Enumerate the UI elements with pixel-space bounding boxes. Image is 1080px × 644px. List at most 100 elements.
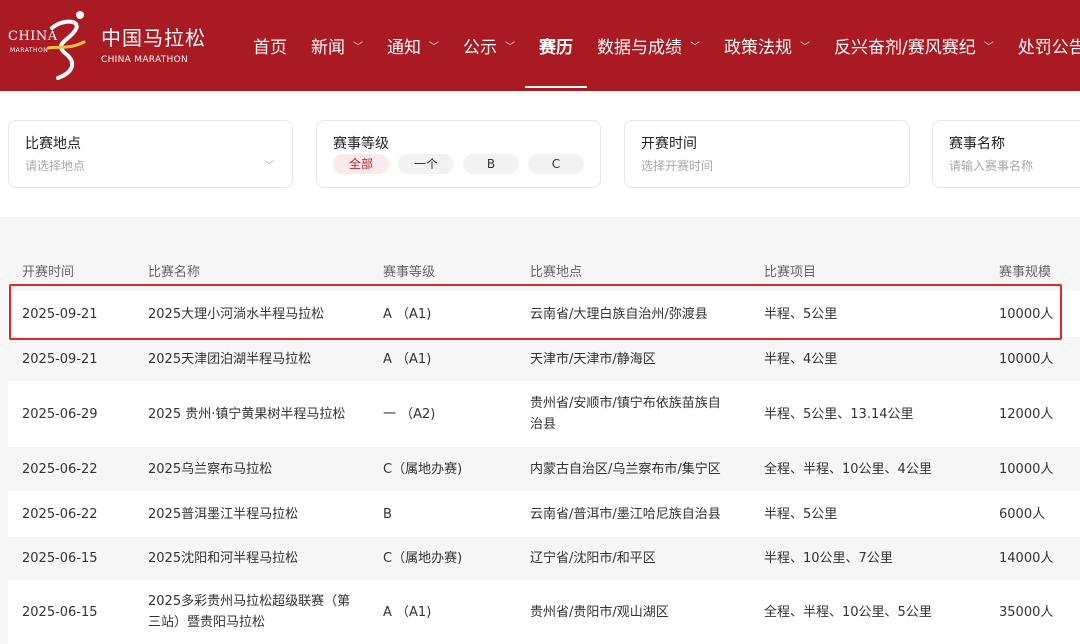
cell-events-line: 半程、5公里 [764,507,838,522]
cell-events: 全程、半程、10公里、5公里 [764,602,989,623]
table-row[interactable]: 2025-06-15 2025多彩贵州马拉松超级联赛（第 三站）暨贵阳马拉松 A （A… [8,580,1080,644]
cell-level-line: B [383,507,392,522]
cell-scale-line: 10000人 [999,462,1054,477]
table-row[interactable]: 2025-06-22 2025普洱墨江半程马拉松 B 云南省/普洱市/墨江哈尼族自治县… [8,491,1080,537]
cell-race-name-line: 2025乌兰察布马拉松 [148,462,273,477]
cell-race-name: 2025普洱墨江半程马拉松 [148,504,368,525]
nav-item-notices[interactable]: 通知 ﹀ [387,0,439,91]
cell-level: C（属地办赛) [383,459,523,480]
name-search-input[interactable]: 请输入赛事名称 [949,157,1033,174]
nav-label: 通知 [387,38,421,58]
cell-level-line: A （A1) [383,605,432,620]
cell-events: 半程、5公里、13.14公里 [764,404,989,425]
nav-item-home[interactable]: 首页 [253,0,287,91]
chevron-down-icon: ﹀ [353,42,363,53]
chevron-down-icon: ﹀ [983,42,994,53]
table-row[interactable]: 2025-06-29 2025 贵州·镇宁黄果树半程马拉松 一 （A2) 贵州省/安顺… [8,381,1080,447]
cell-date: 2025-06-29 [22,404,132,425]
location-select[interactable]: 请选择地点 [25,157,85,174]
cell-events: 半程、5公里 [764,504,989,525]
cell-level-line: 一 （A2) [383,407,436,422]
filter-title: 开赛时间 [641,136,697,152]
cell-race-name: 2025多彩贵州马拉松超级联赛（第 三站）暨贵阳马拉松 [148,591,368,633]
level-options: 全部 一个 B C [333,154,593,174]
cell-location: 贵州省/安顺市/镇宁布依族苗族自 治县 [530,393,750,435]
table-row[interactable]: 2025-06-22 2025乌兰察布马拉松 C（属地办赛) 内蒙古自治区/乌兰察布市… [8,447,1080,491]
nav-item-data-results[interactable]: 数据与成绩 ﹀ [597,0,700,91]
cell-race-name-line: 2025天津团泊湖半程马拉松 [148,352,312,367]
level-option-all[interactable]: 全部 [333,154,389,174]
cell-location: 云南省/普洱市/墨江哈尼族自治县 [530,504,750,525]
site-logo[interactable]: CHINA MARATHON 中国马拉松 CHINA MARATHON [8,8,208,82]
table-row[interactable]: 2025-09-21 2025天津团泊湖半程马拉松 A （A1) 天津市/天津市/静海… [8,337,1080,381]
nav-item-announcements[interactable]: 公示 ﹀ [463,0,515,91]
cell-date-line: 2025-06-15 [22,551,98,566]
cell-scale-line: 12000人 [999,407,1054,422]
cell-date-line: 2025-09-21 [22,352,98,367]
cell-race-name: 2025天津团泊湖半程马拉松 [148,349,368,370]
col-header-scale: 赛事规模 [999,265,1052,280]
cell-location-line: 内蒙古自治区/乌兰察布市/集宁区 [530,462,721,477]
cell-location-line: 云南省/普洱市/墨江哈尼族自治县 [530,507,721,522]
cell-race-name: 2025大理小河淌水半程马拉松 [148,304,368,325]
cell-events-line: 半程、10公里、7公里 [764,551,893,566]
filter-title: 赛事等级 [333,136,389,152]
location-filter[interactable]: 比赛地点 请选择地点 ﹀ [8,120,293,188]
cell-location-line: 云南省/大理白族自治州/弥渡县 [530,307,708,322]
cell-date-line: 2025-06-22 [22,507,98,522]
cell-location: 云南省/大理白族自治州/弥渡县 [530,304,750,325]
cell-level: A （A1) [383,304,523,325]
col-header-location: 比赛地点 [530,265,583,280]
cell-date-line: 2025-06-22 [22,462,98,477]
nav-item-anti-doping[interactable]: 反兴奋剂/赛风赛纪 ﹀ [834,0,994,91]
top-header: CHINA MARATHON 中国马拉松 CHINA MARATHON 首页 新… [0,0,1080,91]
table-body: 2025-09-21 2025大理小河淌水半程马拉松 A （A1) 云南省/大理白族自… [8,291,1080,644]
cell-date: 2025-06-22 [22,504,132,525]
nav-item-calendar[interactable]: 赛历 [525,0,587,91]
cell-level: A （A1) [383,349,523,370]
date-picker[interactable]: 选择开赛时间 [641,157,713,174]
cell-scale: 10000人 [999,459,1079,480]
cell-scale-line: 35000人 [999,605,1054,620]
table-header: 开赛时间 比赛名称 赛事等级 比赛地点 比赛项目 赛事规模 [8,247,1080,291]
nav-label: 新闻 [311,38,345,58]
cell-events: 半程、4公里 [764,349,989,370]
cell-scale: 10000人 [999,304,1079,325]
name-filter[interactable]: 赛事名称 请输入赛事名称 [932,120,1080,188]
col-header-level: 赛事等级 [383,265,436,280]
nav-item-policies[interactable]: 政策法规 ﹀ [724,0,810,91]
cell-location-line: 贵州省/贵阳市/观山湖区 [530,605,669,620]
cell-scale: 10000人 [999,349,1079,370]
time-filter[interactable]: 开赛时间 选择开赛时间 [624,120,910,188]
cell-date-line: 2025-06-15 [22,605,98,620]
cell-level: C（属地办赛) [383,548,523,569]
table-row[interactable]: 2025-06-15 2025沈阳和河半程马拉松 C（属地办赛) 辽宁省/沈阳市/和平… [8,537,1080,580]
cell-date-line: 2025-09-21 [22,307,98,322]
level-option-a[interactable]: 一个 [398,154,454,174]
cell-date: 2025-09-21 [22,349,132,370]
table-row[interactable]: 2025-09-21 2025大理小河淌水半程马拉松 A （A1) 云南省/大理白族自… [8,291,1080,337]
cell-level-line: C（属地办赛) [383,551,463,566]
level-option-c[interactable]: C [528,154,584,174]
cell-level-line: C（属地办赛) [383,462,463,477]
cell-events-line: 半程、4公里 [764,352,838,367]
cell-location-line: 贵州省/安顺市/镇宁布依族苗族自 [530,396,721,411]
cell-events-line: 全程、半程、10公里、5公里 [764,605,932,620]
cell-race-name-line: 三站）暨贵阳马拉松 [148,615,266,630]
cell-date: 2025-06-15 [22,548,132,569]
brand-name-cn: 中国马拉松 [101,26,206,50]
brand-name-en: CHINA MARATHON [101,55,189,65]
chevron-down-icon: ﹀ [264,161,274,172]
nav-item-news[interactable]: 新闻 ﹀ [311,0,363,91]
cell-location: 辽宁省/沈阳市/和平区 [530,548,750,569]
logo-text-en-sub: MARATHON [10,47,49,54]
cell-scale: 6000人 [999,504,1079,525]
cell-events-line: 半程、5公里、13.14公里 [764,407,914,422]
nav-item-penalties[interactable]: 处罚公告 [1018,0,1080,91]
cell-race-name-line: 2025大理小河淌水半程马拉松 [148,307,325,322]
cell-level-line: A （A1) [383,307,432,322]
level-option-b[interactable]: B [463,154,519,174]
cell-location: 天津市/天津市/静海区 [530,349,750,370]
cell-race-name: 2025沈阳和河半程马拉松 [148,548,368,569]
cell-scale-line: 10000人 [999,352,1054,367]
